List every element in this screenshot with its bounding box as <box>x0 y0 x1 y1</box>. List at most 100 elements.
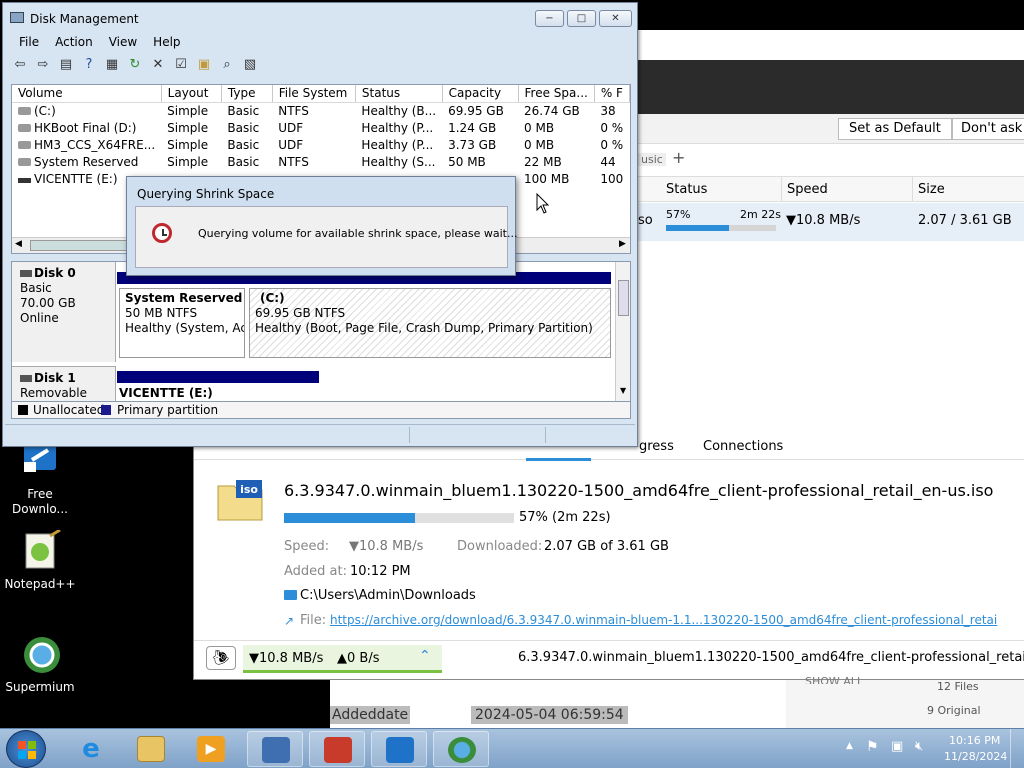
column-layout[interactable]: Layout <box>161 85 222 103</box>
taskbar-free-download-manager[interactable] <box>371 731 427 767</box>
clock-time[interactable]: 10:16 PM <box>949 734 1000 747</box>
add-tab-button[interactable]: + <box>672 148 685 167</box>
taskbar-toolbox[interactable] <box>309 731 365 767</box>
table-row[interactable]: HM3_CCS_X64FRE... Simple Basic UDF Healthy (… <box>12 136 630 153</box>
download-manager-window: Set as Default Don't ask a usic + Status… <box>638 30 1024 430</box>
start-button[interactable] <box>6 730 46 768</box>
desktop-icon-supermium[interactable]: Supermium <box>0 633 80 695</box>
cell: 22 MB <box>524 154 562 169</box>
tab-progress[interactable]: gress <box>639 439 674 454</box>
show-desktop-button[interactable] <box>1010 729 1024 768</box>
menu-help[interactable]: Help <box>145 32 188 52</box>
column-status[interactable]: Status <box>666 182 707 197</box>
taskbar: e ▶ ▲ ⚑ ▣ 🔇︎ 10:16 PM 11/28/2024 <box>0 728 1024 768</box>
disk1-label[interactable]: Disk 1 Removable <box>12 366 116 401</box>
partition-c[interactable]: (C:) 69.95 GB NTFS Healthy (Boot, Page F… <box>249 288 611 358</box>
column-free-space[interactable]: Free Spa... <box>518 85 595 103</box>
properties-icon[interactable]: ▦ <box>103 56 121 74</box>
column-file-system[interactable]: File System <box>272 85 356 103</box>
taskbar-disk-management[interactable] <box>247 731 303 767</box>
scroll-right-icon[interactable]: ▶ <box>619 239 626 249</box>
forward-icon[interactable]: ⇨ <box>34 56 52 74</box>
table-row[interactable]: (C:) Simple Basic NTFS Healthy (B... 69.95 GB… <box>12 102 630 119</box>
cell: Simple <box>167 103 209 118</box>
external-link-icon: ↗ <box>284 614 295 628</box>
legend-unallocated-label: Unallocated <box>33 403 105 417</box>
folder-icon <box>284 590 297 600</box>
supermium-icon <box>18 633 62 677</box>
cell: NTFS <box>278 154 309 169</box>
column-speed[interactable]: Speed <box>787 182 828 197</box>
volume-muted-icon[interactable]: 🔇︎ <box>915 739 923 754</box>
partition-name: System Reserved <box>125 291 243 305</box>
tab-music[interactable]: usic <box>638 153 666 166</box>
refresh-icon[interactable]: ↻ <box>126 56 144 74</box>
help-icon[interactable]: ? <box>80 56 98 74</box>
title-bar[interactable]: Disk Management − □ ✕ <box>3 3 637 33</box>
menu-file[interactable]: File <box>11 32 47 52</box>
menu-action[interactable]: Action <box>47 32 101 52</box>
column-status[interactable]: Status <box>355 85 443 103</box>
partition-status: Healthy (Boot, Page File, Crash Dump, Pr… <box>255 321 593 335</box>
column-percent-free[interactable]: % F <box>594 85 630 103</box>
desktop-icon-notepad-plus-plus[interactable]: Notepad++ <box>0 528 80 592</box>
table-row[interactable]: System Reserved Simple Basic NTFS Healthy (S… <box>12 153 630 170</box>
show-all-link[interactable]: SHOW ALL <box>805 675 863 684</box>
column-volume[interactable]: Volume <box>12 85 162 103</box>
open-folder-icon[interactable]: ▣ <box>195 56 213 74</box>
cell: Basic <box>227 103 260 118</box>
download-row[interactable]: so 57% 2m 22s ▼10.8 MB/s 2.07 / 3.61 GB <box>638 203 1024 241</box>
cell: Basic <box>227 120 260 135</box>
dont-ask-button[interactable]: Don't ask a <box>952 118 1024 140</box>
download-name: so <box>638 213 653 228</box>
partition-e[interactable]: VICENTTE (E:) <box>119 386 319 401</box>
network-icon[interactable]: ▣ <box>891 739 903 754</box>
folder-path[interactable]: C:\Users\Admin\Downloads <box>300 588 476 603</box>
tab-connections[interactable]: Connections <box>703 439 783 454</box>
scrollbar-thumb[interactable] <box>618 280 629 316</box>
search-icon[interactable]: ⌕ <box>218 56 236 74</box>
back-icon[interactable]: ⇦ <box>11 56 29 74</box>
table-row[interactable]: HKBoot Final (D:) Simple Basic UDF Healthy (… <box>12 119 630 136</box>
download-percent: 57% <box>666 208 691 221</box>
view-details-icon[interactable]: ▧ <box>241 56 259 74</box>
show-hidden-icons-icon[interactable]: ▲ <box>846 741 853 751</box>
taskbar-media-player[interactable]: ▶ <box>183 731 239 767</box>
clock-date[interactable]: 11/28/2024 <box>944 750 1007 763</box>
menu-view[interactable]: View <box>101 32 145 52</box>
legend-unallocated-swatch <box>18 405 28 415</box>
minimize-button[interactable]: − <box>535 10 564 27</box>
desktop-icon-free-download-manager[interactable]: Free Downlo... <box>0 440 80 517</box>
scroll-down-icon[interactable]: ▼ <box>620 386 626 395</box>
cell: NTFS <box>278 103 309 118</box>
taskbar-supermium[interactable] <box>433 731 489 767</box>
disk0-label[interactable]: Disk 0 Basic 70.00 GB Online <box>12 262 116 362</box>
speed-status-box[interactable]: ▼10.8 MB/s ▲0 B/s ⌃ <box>243 645 442 673</box>
dialog-message: Querying volume for available shrink spa… <box>198 227 518 240</box>
column-size[interactable]: Size <box>918 182 945 197</box>
vertical-scrollbar[interactable]: ▼ <box>615 262 630 401</box>
set-as-default-button[interactable]: Set as Default <box>838 118 952 140</box>
taskbar-internet-explorer[interactable]: e <box>63 731 119 767</box>
original-count: 9 Original <box>927 704 981 717</box>
scrollbar-thumb[interactable] <box>30 240 130 251</box>
delete-icon[interactable]: ✕ <box>149 56 167 74</box>
column-type[interactable]: Type <box>221 85 273 103</box>
volume-name: VICENTTE (E:) <box>34 171 118 186</box>
volume-name: HKBoot Final (D:) <box>34 120 137 135</box>
scroll-left-icon[interactable]: ◀ <box>15 239 22 249</box>
desktop-icon-label: Notepad++ <box>4 577 76 591</box>
show-hide-console-tree-icon[interactable]: ▤ <box>57 56 75 74</box>
column-capacity[interactable]: Capacity <box>442 85 519 103</box>
cell: Healthy (P... <box>361 120 434 135</box>
file-url-link[interactable]: https://archive.org/download/6.3.9347.0.… <box>330 613 1024 627</box>
computer-management-icon <box>262 737 290 763</box>
partition-system-reserved[interactable]: System Reserved 50 MB NTFS Healthy (Syst… <box>119 288 245 358</box>
action-center-flag-icon[interactable]: ⚑ <box>866 739 879 755</box>
snail-mode-button[interactable]: 🐌︎ <box>206 646 236 670</box>
disk-size: 70.00 GB <box>20 296 76 310</box>
close-button[interactable]: ✕ <box>599 10 632 27</box>
check-properties-icon[interactable]: ☑ <box>172 56 190 74</box>
maximize-button[interactable]: □ <box>567 10 596 27</box>
taskbar-file-explorer[interactable] <box>123 731 179 767</box>
